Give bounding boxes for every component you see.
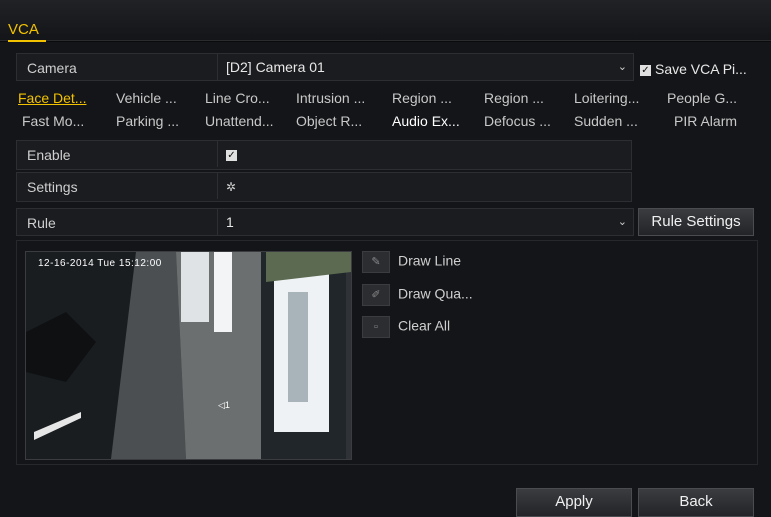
rule-settings-button[interactable]: Rule Settings: [638, 208, 754, 236]
vca-type-people-gathering[interactable]: People G...: [665, 88, 755, 109]
top-bar: VCA: [0, 0, 771, 42]
enable-checkbox[interactable]: ✓: [226, 150, 237, 161]
clear-all-button[interactable]: ▫ Clear All: [362, 316, 450, 338]
camera-row: Camera [D2] Camera 01 ⌄: [16, 53, 634, 81]
video-channel-label: ◁1: [218, 400, 230, 410]
vca-type-fast-moving[interactable]: Fast Mo...: [20, 111, 106, 132]
chevron-down-icon[interactable]: ⌄: [618, 215, 627, 228]
vca-type-defocus[interactable]: Defocus ...: [482, 111, 564, 132]
settings-row: Settings ✲: [16, 172, 632, 202]
vca-type-sudden-scene-change[interactable]: Sudden ...: [572, 111, 656, 132]
vca-type-line-crossing[interactable]: Line Cro...: [203, 88, 291, 109]
draw-quad-label: Draw Qua...: [398, 285, 473, 302]
pencil-icon: ✎: [362, 251, 390, 273]
settings-cell: ✲: [217, 173, 626, 199]
rule-select[interactable]: 1: [217, 209, 626, 235]
camera-label: Camera: [27, 60, 77, 76]
settings-label: Settings: [27, 179, 78, 195]
save-vca-picture-checkbox[interactable]: ✓ Save VCA Pi...: [640, 61, 747, 77]
vca-type-region-entrance[interactable]: Region ...: [390, 88, 476, 109]
enable-label: Enable: [27, 147, 71, 163]
video-preview[interactable]: 12-16-2014 Tue 15:12:00 ◁1: [25, 251, 352, 460]
clear-icon: ▫: [362, 316, 390, 338]
draw-line-button[interactable]: ✎ Draw Line: [362, 251, 461, 273]
vca-type-face-detection[interactable]: Face Det...: [16, 88, 106, 109]
chevron-down-icon[interactable]: ⌄: [618, 60, 627, 73]
vca-type-region-exiting[interactable]: Region ...: [482, 88, 564, 109]
gear-icon[interactable]: ✲: [226, 180, 236, 194]
vca-type-unattended-baggage[interactable]: Unattend...: [203, 111, 291, 132]
vca-type-loitering[interactable]: Loitering...: [572, 88, 656, 109]
checkbox-icon: ✓: [640, 65, 651, 76]
camera-scene: [26, 252, 351, 459]
vca-type-object-removal[interactable]: Object R...: [294, 111, 384, 132]
tab-vca[interactable]: VCA: [8, 21, 39, 38]
edit-shape-icon: ✐: [362, 284, 390, 306]
vca-panel: Camera [D2] Camera 01 ⌄ ✓ Save VCA Pi... …: [0, 42, 771, 517]
vca-type-parking[interactable]: Parking ...: [114, 111, 198, 132]
vca-type-vehicle[interactable]: Vehicle ...: [114, 88, 198, 109]
vca-type-audio-exception[interactable]: Audio Ex...: [390, 111, 476, 132]
draw-quadrilateral-button[interactable]: ✐ Draw Qua...: [362, 284, 473, 306]
camera-select[interactable]: [D2] Camera 01: [217, 54, 626, 80]
enable-row: Enable ✓: [16, 140, 632, 170]
back-button[interactable]: Back: [638, 488, 754, 517]
vca-type-intrusion[interactable]: Intrusion ...: [294, 88, 384, 109]
draw-line-label: Draw Line: [398, 252, 462, 269]
rule-row: Rule 1 ⌄: [16, 208, 634, 236]
video-timestamp: 12-16-2014 Tue 15:12:00: [38, 258, 162, 269]
save-vca-picture-label: Save VCA Pi...: [655, 61, 747, 77]
enable-cell: ✓: [217, 141, 626, 167]
rule-label: Rule: [27, 215, 56, 231]
vca-type-pir-alarm[interactable]: PIR Alarm: [672, 111, 756, 132]
apply-button[interactable]: Apply: [516, 488, 632, 517]
clear-all-label: Clear All: [398, 317, 451, 334]
